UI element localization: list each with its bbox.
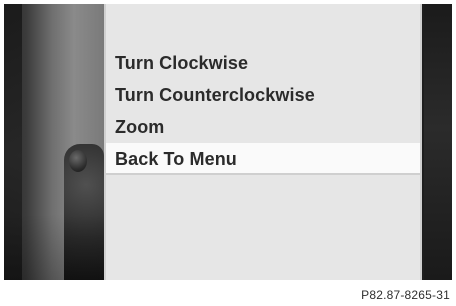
screenshot-frame: Turn Clockwise Turn Counterclockwise Zoo…: [0, 0, 456, 306]
background-photo-right: [424, 4, 452, 280]
display-screen: Turn Clockwise Turn Counterclockwise Zoo…: [4, 4, 452, 280]
menu-panel: Turn Clockwise Turn Counterclockwise Zoo…: [104, 4, 422, 280]
menu-item-turn-counterclockwise[interactable]: Turn Counterclockwise: [106, 79, 420, 111]
background-shadow: [4, 214, 104, 280]
background-figure-head: [69, 150, 87, 172]
menu-item-back-to-menu[interactable]: Back To Menu: [106, 143, 420, 175]
menu-item-zoom[interactable]: Zoom: [106, 111, 420, 143]
menu-item-turn-clockwise[interactable]: Turn Clockwise: [106, 47, 420, 79]
figure-code: P82.87-8265-31: [361, 288, 450, 302]
